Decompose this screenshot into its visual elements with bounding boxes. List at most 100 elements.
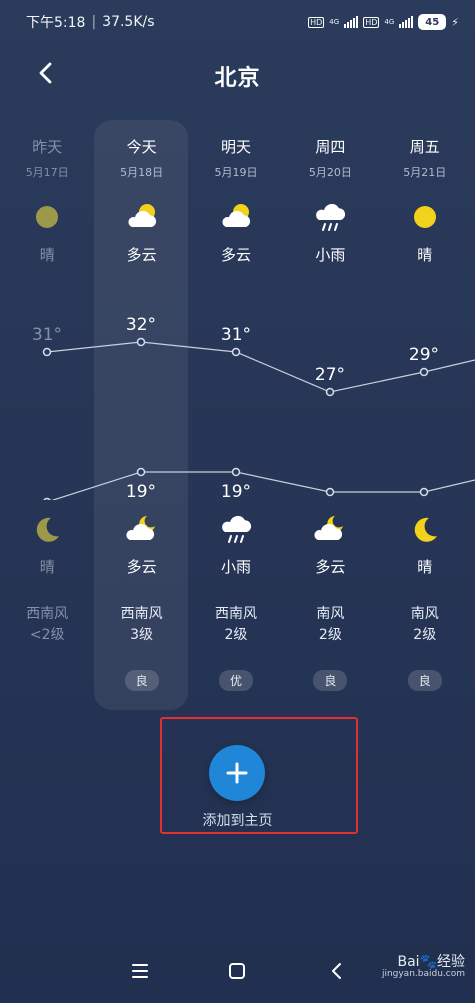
day-name: 昨天 — [32, 138, 63, 156]
day-column[interactable]: 周五 5月21日 — [378, 136, 472, 180]
day-name: 明天 — [220, 138, 251, 156]
day-date: 5月19日 — [214, 166, 258, 179]
charging-icon: ⚡ — [451, 15, 459, 29]
wind-level: 2级 — [224, 627, 248, 643]
light-rain-icon — [222, 515, 252, 543]
status-net-speed: 37.5K/s — [102, 14, 155, 30]
forecast-days: 昨天 5月17日 今天 5月18日 明天 5月19日 周四 5月20日 周五 5月21日 — [0, 136, 475, 180]
cloudy-night-icon — [314, 516, 344, 540]
wind-direction: 南风 — [410, 606, 439, 622]
temperature-chart: 31°16°32°19°31°19°27°17°29°17° — [32, 315, 475, 500]
hd-badge: HD — [363, 16, 380, 28]
home-button[interactable] — [222, 956, 252, 986]
status-time: 下午5:18 — [26, 15, 86, 31]
day-column[interactable]: 昨天 5月17日 — [0, 136, 94, 180]
paw-icon: 🐾 — [419, 954, 437, 970]
sun-icon — [36, 206, 59, 228]
low-temp-label: 19° — [126, 482, 156, 500]
watermark-brand2: 经验 — [437, 954, 465, 970]
day-date: 5月20日 — [308, 166, 352, 179]
back-nav-button[interactable] — [322, 956, 352, 986]
high-temp-label: 27° — [315, 365, 345, 385]
plus-icon — [226, 762, 248, 784]
day-date: 5月21日 — [403, 166, 447, 179]
low-temp-point — [325, 487, 335, 497]
high-temp-point — [42, 347, 52, 357]
network-type: 4G — [384, 18, 395, 26]
high-temp-label: 29° — [409, 345, 439, 365]
add-to-home-label[interactable]: 添加到主页 — [0, 810, 475, 830]
low-temp-point — [419, 487, 429, 497]
baidu-watermark: Bai🐾经验 jingyan.baidu.com — [381, 954, 465, 980]
day-column[interactable]: 明天 5月19日 — [189, 136, 283, 180]
day-date: 5月18日 — [120, 166, 164, 179]
page-title: 北京 — [214, 66, 261, 91]
day-column[interactable]: 周四 5月20日 — [283, 136, 377, 180]
status-bar: 下午5:18 | 37.5K/s HD 4G HD 4G 45 ⚡ — [26, 14, 459, 31]
wind-level: 2级 — [413, 627, 437, 643]
day-weather-row: 晴 多云 多云 小雨 晴 — [0, 200, 475, 265]
night-weather: 多云 — [126, 558, 157, 576]
low-temp-point — [43, 497, 51, 500]
top-bar: 北京 — [0, 50, 475, 100]
low-temp-line — [51, 471, 475, 500]
high-temp-label: 32° — [126, 315, 156, 335]
day-weather: 晴 — [39, 246, 55, 264]
night-weather: 小雨 — [220, 558, 251, 576]
night-weather: 晴 — [417, 558, 433, 576]
high-temp-label: 31° — [221, 325, 251, 345]
night-weather-row: 晴 多云 小雨 多云 晴 — [0, 512, 475, 577]
wind-direction: 西南风 — [120, 606, 163, 622]
partly-cloudy-icon — [222, 204, 251, 227]
low-temp-label: 19° — [221, 482, 251, 500]
low-temp-point — [231, 467, 241, 477]
night-weather: 多云 — [315, 558, 346, 576]
aqi-row: 良 优 良 良 — [0, 670, 475, 691]
day-weather: 小雨 — [315, 246, 346, 264]
wind-direction: 西南风 — [214, 606, 257, 622]
cloudy-night-icon — [126, 516, 155, 540]
aqi-badge: 良 — [124, 670, 159, 691]
day-weather: 多云 — [126, 246, 157, 264]
high-temp-point — [136, 337, 146, 347]
signal-icon — [344, 16, 359, 28]
wind-direction: 西南风 — [26, 606, 69, 622]
battery-icon: 45 — [418, 14, 447, 30]
wind-row: 西南风 <2级 西南风 3级 西南风 2级 南风 2级 南风 2级 — [0, 604, 475, 646]
home-square-icon — [229, 963, 245, 979]
moon-icon — [414, 517, 437, 542]
watermark-brand: Bai — [397, 954, 420, 970]
day-name: 周五 — [409, 138, 440, 156]
back-arrow-icon — [332, 963, 341, 979]
wind-direction: 南风 — [316, 606, 345, 622]
night-weather: 晴 — [39, 558, 55, 576]
sun-icon — [413, 206, 436, 228]
aqi-badge: 良 — [407, 670, 442, 691]
high-temp-point — [325, 387, 335, 397]
wind-level: <2级 — [29, 627, 65, 643]
high-temp-label: 31° — [32, 325, 62, 345]
wind-level: 3级 — [130, 627, 154, 643]
day-weather: 多云 — [220, 246, 251, 264]
low-temp-point — [136, 467, 146, 477]
aqi-badge: 优 — [218, 670, 253, 691]
moon-icon — [36, 517, 60, 542]
hd-badge: HD — [308, 16, 325, 28]
light-rain-icon — [316, 203, 346, 231]
aqi-badge: 良 — [313, 670, 348, 691]
high-temp-point — [231, 347, 241, 357]
day-date: 5月17日 — [25, 166, 69, 179]
day-column[interactable]: 今天 5月18日 — [94, 136, 188, 180]
wind-level: 2级 — [318, 627, 342, 643]
add-to-home-button[interactable] — [209, 745, 265, 801]
high-temp-point — [419, 367, 429, 377]
day-weather: 晴 — [417, 246, 433, 264]
watermark-url: jingyan.baidu.com — [381, 969, 465, 980]
partly-cloudy-icon — [128, 204, 156, 227]
menu-icon — [132, 964, 148, 978]
day-name: 今天 — [126, 138, 157, 156]
day-name: 周四 — [315, 138, 346, 156]
menu-button[interactable] — [125, 956, 155, 986]
signal-icon — [399, 16, 414, 28]
network-type: 4G — [329, 18, 340, 26]
